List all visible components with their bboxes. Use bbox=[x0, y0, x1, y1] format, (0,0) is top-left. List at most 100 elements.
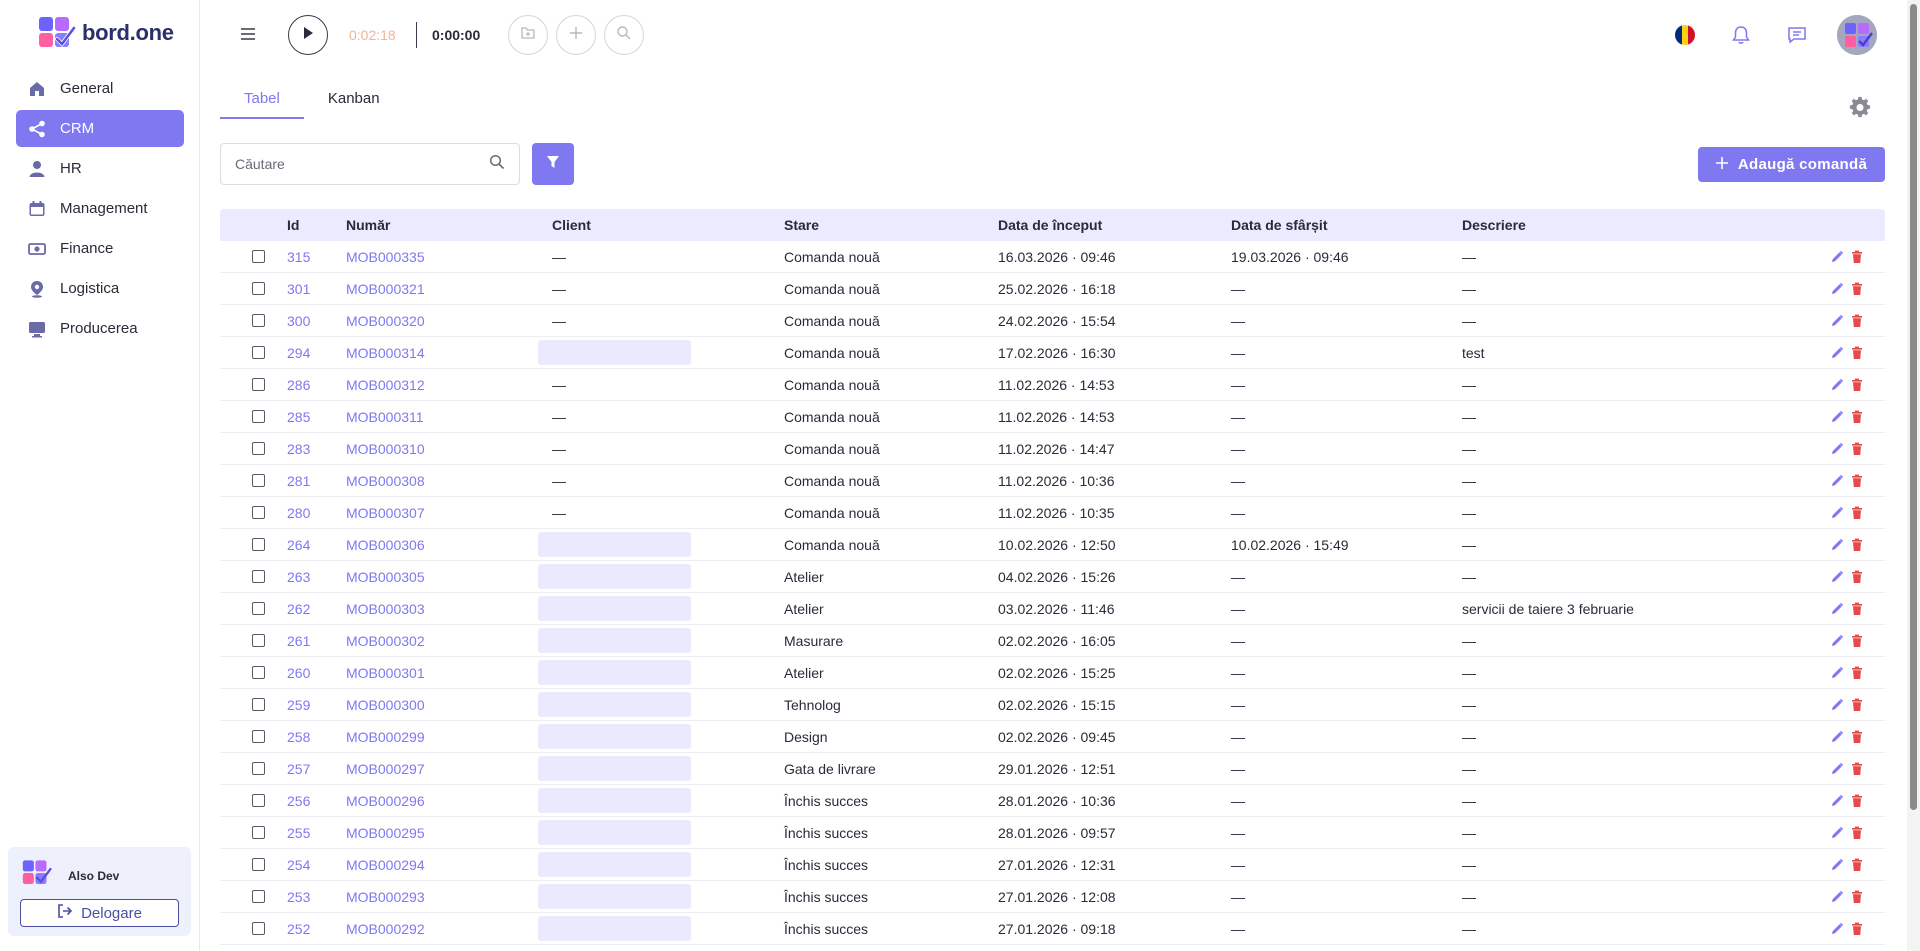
table-row[interactable]: 286 MOB000312— Comanda nouă 11.02.2026 · 14… bbox=[220, 369, 1885, 401]
tab-tabel[interactable]: Tabel bbox=[220, 90, 304, 119]
order-id-link[interactable]: 263 bbox=[287, 569, 346, 585]
edit-pencil-icon[interactable] bbox=[1830, 858, 1844, 872]
order-number-link[interactable]: MOB000293 bbox=[346, 889, 552, 905]
edit-pencil-icon[interactable] bbox=[1830, 442, 1844, 456]
order-id-link[interactable]: 301 bbox=[287, 281, 346, 297]
column-header-end-date[interactable]: Data de sfârșit bbox=[1231, 217, 1462, 233]
row-checkbox[interactable] bbox=[252, 346, 265, 359]
vertical-scrollbar[interactable] bbox=[1907, 0, 1920, 951]
sidebar-item-crm[interactable]: CRM bbox=[16, 110, 184, 147]
search-field[interactable] bbox=[220, 143, 520, 185]
table-row[interactable]: 281 MOB000308— Comanda nouă 11.02.2026 · 10… bbox=[220, 465, 1885, 497]
order-id-link[interactable]: 254 bbox=[287, 857, 346, 873]
hamburger-menu-icon[interactable] bbox=[238, 24, 258, 44]
row-checkbox[interactable] bbox=[252, 474, 265, 487]
edit-pencil-icon[interactable] bbox=[1830, 794, 1844, 808]
edit-pencil-icon[interactable] bbox=[1830, 634, 1844, 648]
table-row[interactable]: 300 MOB000320— Comanda nouă 24.02.2026 · 15… bbox=[220, 305, 1885, 337]
order-number-link[interactable]: MOB000294 bbox=[346, 857, 552, 873]
row-checkbox[interactable] bbox=[252, 890, 265, 903]
order-number-link[interactable]: MOB000306 bbox=[346, 537, 552, 553]
row-checkbox[interactable] bbox=[252, 250, 265, 263]
order-number-link[interactable]: MOB000307 bbox=[346, 505, 552, 521]
table-row[interactable]: 294 MOB000314 Comanda nouă 17.02.2026 · 16:… bbox=[220, 337, 1885, 369]
order-number-link[interactable]: MOB000296 bbox=[346, 793, 552, 809]
bell-icon[interactable] bbox=[1728, 22, 1754, 48]
order-id-link[interactable]: 315 bbox=[287, 249, 346, 265]
sidebar-item-general[interactable]: General bbox=[16, 70, 184, 107]
row-checkbox[interactable] bbox=[252, 794, 265, 807]
row-checkbox[interactable] bbox=[252, 826, 265, 839]
table-row[interactable]: 257 MOB000297 Gata de livrare 29.01.2026 · … bbox=[220, 753, 1885, 785]
delete-trash-icon[interactable] bbox=[1850, 794, 1864, 808]
edit-pencil-icon[interactable] bbox=[1830, 410, 1844, 424]
row-checkbox[interactable] bbox=[252, 314, 265, 327]
logout-button[interactable]: Delogare bbox=[20, 899, 179, 927]
table-row[interactable]: 256 MOB000296 Închis succes 28.01.2026 · 10… bbox=[220, 785, 1885, 817]
delete-trash-icon[interactable] bbox=[1850, 762, 1864, 776]
delete-trash-icon[interactable] bbox=[1850, 250, 1864, 264]
order-id-link[interactable]: 294 bbox=[287, 345, 346, 361]
delete-trash-icon[interactable] bbox=[1850, 890, 1864, 904]
chat-icon[interactable] bbox=[1784, 22, 1810, 48]
column-header-client[interactable]: Client bbox=[552, 217, 784, 233]
delete-trash-icon[interactable] bbox=[1850, 570, 1864, 584]
delete-trash-icon[interactable] bbox=[1850, 922, 1864, 936]
order-id-link[interactable]: 286 bbox=[287, 377, 346, 393]
edit-pencil-icon[interactable] bbox=[1830, 474, 1844, 488]
table-row[interactable]: 285 MOB000311— Comanda nouă 11.02.2026 · 14… bbox=[220, 401, 1885, 433]
order-number-link[interactable]: MOB000312 bbox=[346, 377, 552, 393]
edit-pencil-icon[interactable] bbox=[1830, 538, 1844, 552]
delete-trash-icon[interactable] bbox=[1850, 282, 1864, 296]
search-icon[interactable] bbox=[489, 154, 505, 175]
scrollbar-thumb[interactable] bbox=[1910, 4, 1917, 810]
order-id-link[interactable]: 261 bbox=[287, 633, 346, 649]
delete-trash-icon[interactable] bbox=[1850, 378, 1864, 392]
order-number-link[interactable]: MOB000335 bbox=[346, 249, 552, 265]
sidebar-item-producerea[interactable]: Producerea bbox=[16, 310, 184, 347]
filter-button[interactable] bbox=[532, 143, 574, 185]
edit-pencil-icon[interactable] bbox=[1830, 698, 1844, 712]
delete-trash-icon[interactable] bbox=[1850, 538, 1864, 552]
edit-pencil-icon[interactable] bbox=[1830, 282, 1844, 296]
table-row[interactable]: 280 MOB000307— Comanda nouă 11.02.2026 · 10… bbox=[220, 497, 1885, 529]
order-number-link[interactable]: MOB000297 bbox=[346, 761, 552, 777]
table-row[interactable]: 283 MOB000310— Comanda nouă 11.02.2026 · 14… bbox=[220, 433, 1885, 465]
delete-trash-icon[interactable] bbox=[1850, 346, 1864, 360]
order-id-link[interactable]: 300 bbox=[287, 313, 346, 329]
order-id-link[interactable]: 281 bbox=[287, 473, 346, 489]
order-number-link[interactable]: MOB000305 bbox=[346, 569, 552, 585]
sidebar-item-finance[interactable]: Finance bbox=[16, 230, 184, 267]
row-checkbox[interactable] bbox=[252, 666, 265, 679]
order-id-link[interactable]: 280 bbox=[287, 505, 346, 521]
order-number-link[interactable]: MOB000314 bbox=[346, 345, 552, 361]
order-number-link[interactable]: MOB000302 bbox=[346, 633, 552, 649]
row-checkbox[interactable] bbox=[252, 442, 265, 455]
romania-flag-icon[interactable] bbox=[1672, 22, 1698, 48]
order-number-link[interactable]: MOB000300 bbox=[346, 697, 552, 713]
table-row[interactable]: 260 MOB000301 Atelier 02.02.2026 · 15:25 — — bbox=[220, 657, 1885, 689]
edit-pencil-icon[interactable] bbox=[1830, 922, 1844, 936]
order-number-link[interactable]: MOB000321 bbox=[346, 281, 552, 297]
column-header-stare[interactable]: Stare bbox=[784, 217, 998, 233]
delete-trash-icon[interactable] bbox=[1850, 506, 1864, 520]
column-header-start-date[interactable]: Data de început bbox=[998, 217, 1231, 233]
edit-pencil-icon[interactable] bbox=[1830, 730, 1844, 744]
top-search-button[interactable] bbox=[604, 15, 644, 55]
order-number-link[interactable]: MOB000303 bbox=[346, 601, 552, 617]
edit-pencil-icon[interactable] bbox=[1830, 250, 1844, 264]
add-file-button[interactable] bbox=[508, 15, 548, 55]
add-button[interactable] bbox=[556, 15, 596, 55]
row-checkbox[interactable] bbox=[252, 922, 265, 935]
sidebar-item-management[interactable]: Management bbox=[16, 190, 184, 227]
tab-kanban[interactable]: Kanban bbox=[304, 90, 404, 119]
order-number-link[interactable]: MOB000299 bbox=[346, 729, 552, 745]
order-id-link[interactable]: 285 bbox=[287, 409, 346, 425]
edit-pencil-icon[interactable] bbox=[1830, 314, 1844, 328]
order-number-link[interactable]: MOB000310 bbox=[346, 441, 552, 457]
delete-trash-icon[interactable] bbox=[1850, 314, 1864, 328]
row-checkbox[interactable] bbox=[252, 538, 265, 551]
edit-pencil-icon[interactable] bbox=[1830, 890, 1844, 904]
order-id-link[interactable]: 258 bbox=[287, 729, 346, 745]
table-row[interactable]: 252 MOB000292 Închis succes 27.01.2026 · 09… bbox=[220, 913, 1885, 945]
